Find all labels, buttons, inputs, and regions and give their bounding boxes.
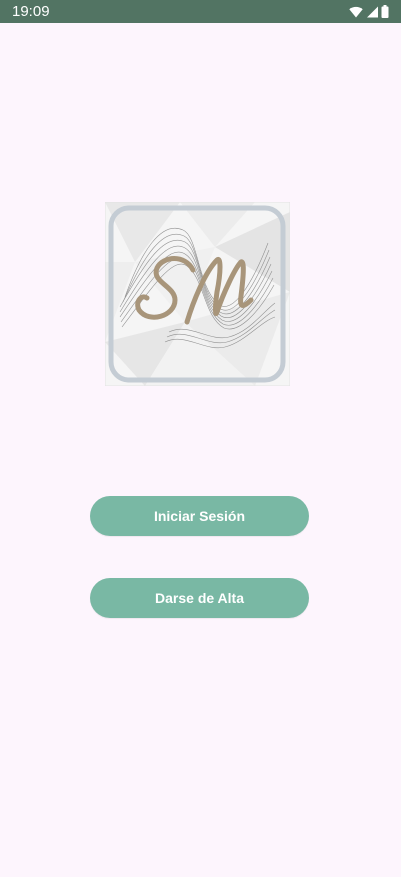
status-icons bbox=[349, 4, 389, 19]
status-time: 19:09 bbox=[12, 3, 50, 20]
status-bar: 19:09 bbox=[0, 0, 401, 23]
battery-icon bbox=[381, 5, 389, 18]
login-button[interactable]: Iniciar Sesión bbox=[90, 496, 309, 536]
wifi-icon bbox=[349, 6, 363, 18]
signup-button[interactable]: Darse de Alta bbox=[90, 578, 309, 618]
signal-icon bbox=[366, 6, 378, 18]
sm-monogram-logo bbox=[105, 202, 290, 386]
